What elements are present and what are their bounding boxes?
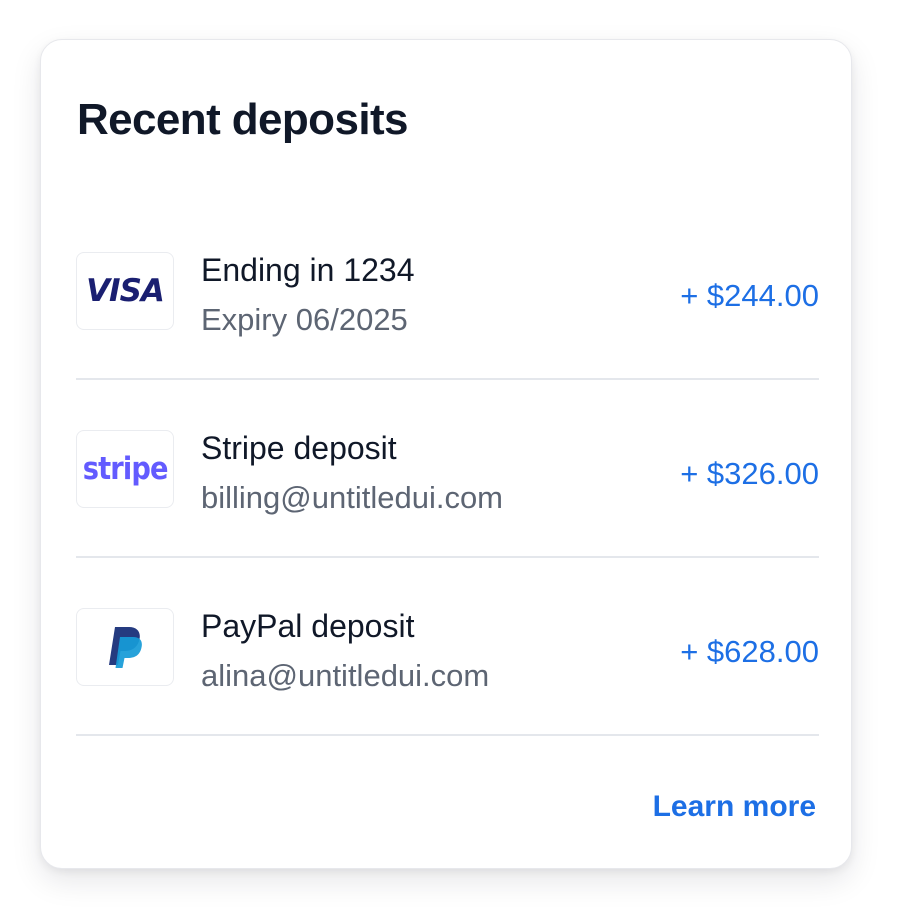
deposit-subtitle: Expiry 06/2025 [201, 302, 408, 337]
deposit-amount: + $244.00 [680, 278, 819, 313]
paypal-logo [76, 608, 174, 686]
stripe-logo: stripe [76, 430, 174, 508]
learn-more-link[interactable]: Learn more [653, 787, 816, 827]
paypal-icon [109, 627, 142, 668]
deposits-list: VISA Ending in 1234 Expiry 06/2025 + $24… [76, 202, 819, 736]
list-item[interactable]: VISA Ending in 1234 Expiry 06/2025 + $24… [76, 202, 819, 380]
deposit-amount: + $326.00 [680, 456, 819, 491]
deposit-title: Ending in 1234 [201, 252, 415, 288]
visa-logo: VISA [76, 252, 174, 330]
deposit-subtitle: alina@untitledui.com [201, 658, 490, 693]
visa-logo-text: VISA [86, 273, 165, 309]
list-item[interactable]: PayPal deposit alina@untitledui.com + $6… [76, 558, 819, 736]
deposit-title: PayPal deposit [201, 608, 415, 644]
card-title: Recent deposits [77, 95, 408, 144]
deposit-subtitle: billing@untitledui.com [201, 480, 504, 515]
list-item[interactable]: stripe Stripe deposit billing@untitledui… [76, 380, 819, 558]
stripe-logo-text: stripe [82, 451, 169, 487]
recent-deposits-card: Recent deposits VISA Ending in 1234 Expi… [40, 39, 852, 869]
deposit-amount: + $628.00 [680, 634, 819, 669]
deposit-title: Stripe deposit [201, 430, 397, 466]
